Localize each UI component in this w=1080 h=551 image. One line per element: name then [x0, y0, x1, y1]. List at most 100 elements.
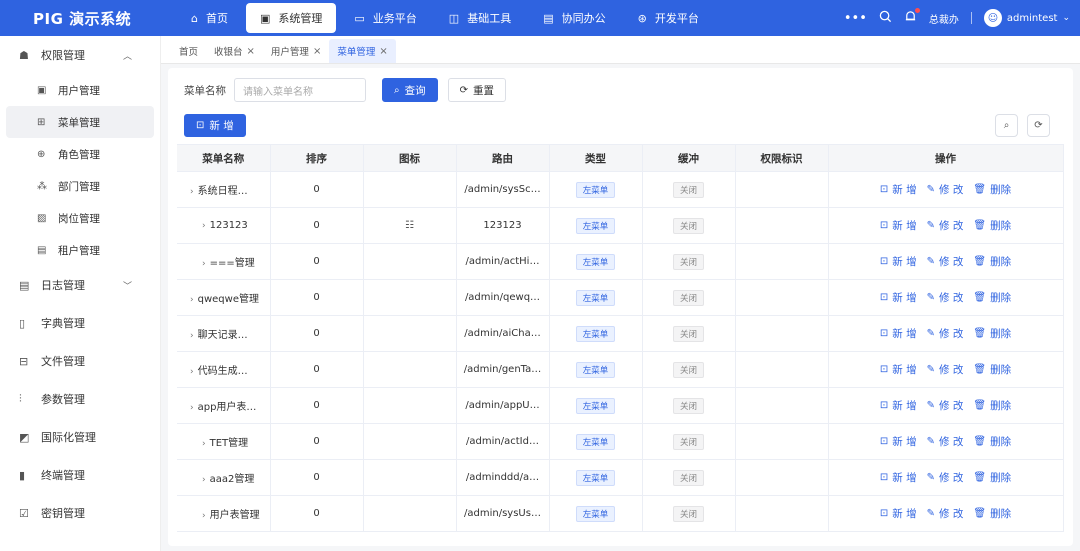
topnav-item-3[interactable]: ◫ 基础工具: [435, 3, 525, 33]
expand-arrow-icon[interactable]: ›: [202, 475, 206, 485]
refresh-button[interactable]: ⟳: [1027, 114, 1050, 137]
search-icon[interactable]: [879, 10, 892, 27]
edit-icon: ✎: [926, 328, 936, 339]
close-icon[interactable]: ×: [313, 46, 321, 57]
expand-arrow-icon[interactable]: ›: [190, 367, 194, 377]
edit-icon: ✎: [926, 472, 936, 483]
edit-button[interactable]: ✎ 修 改: [927, 398, 964, 413]
add-child-button-label: 新 增: [892, 256, 917, 268]
add-child-button[interactable]: ⊡ 新 增: [880, 290, 917, 305]
edit-button[interactable]: ✎ 修 改: [927, 506, 964, 521]
add-child-button[interactable]: ⊡ 新 增: [880, 326, 917, 341]
folder-add-icon: ⊡: [879, 220, 889, 231]
username: admintest: [1006, 12, 1058, 24]
delete-button[interactable]: 🗑 删除: [973, 470, 1011, 485]
tab-0[interactable]: 首页: [171, 39, 206, 63]
folder-add-icon: ⊡: [879, 472, 889, 483]
sidebar-group-2[interactable]: ▯ 字典管理: [0, 304, 160, 342]
expand-arrow-icon[interactable]: ›: [202, 511, 206, 521]
query-button-label: 查询: [404, 84, 426, 97]
expand-arrow-icon[interactable]: ›: [190, 187, 194, 197]
close-icon[interactable]: ×: [247, 46, 255, 57]
query-button[interactable]: ⌕ 查询: [382, 78, 438, 102]
column-header: 操作: [828, 144, 1064, 172]
toggle-search-button[interactable]: ⌕: [995, 114, 1018, 137]
tab-3[interactable]: 菜单管理 ×: [329, 39, 396, 63]
sidebar-item-0-3[interactable]: ⁂ 部门管理: [6, 170, 154, 202]
edit-button[interactable]: ✎ 修 改: [927, 218, 964, 233]
edit-button[interactable]: ✎ 修 改: [927, 182, 964, 197]
expand-arrow-icon[interactable]: ›: [202, 439, 206, 449]
reset-button[interactable]: ⟳ 重置: [447, 78, 506, 102]
delete-button[interactable]: 🗑 删除: [973, 398, 1011, 413]
expand-arrow-icon[interactable]: ›: [190, 403, 194, 413]
expand-arrow-icon[interactable]: ›: [202, 221, 206, 231]
delete-button[interactable]: 🗑 删除: [973, 326, 1011, 341]
avatar: ☺: [983, 9, 1002, 27]
edit-button[interactable]: ✎ 修 改: [927, 470, 964, 485]
edit-button[interactable]: ✎ 修 改: [927, 434, 964, 449]
close-icon[interactable]: ×: [379, 46, 387, 57]
sidebar-group-3[interactable]: ⊟ 文件管理: [0, 342, 160, 380]
add-child-button[interactable]: ⊡ 新 增: [880, 434, 917, 449]
add-child-button[interactable]: ⊡ 新 增: [880, 182, 917, 197]
sidebar-item-0-0[interactable]: ▣ 用户管理: [6, 74, 154, 106]
add-child-button[interactable]: ⊡ 新 增: [880, 398, 917, 413]
delete-button[interactable]: 🗑 删除: [973, 254, 1011, 269]
bell-icon[interactable]: [904, 7, 920, 27]
cell-type: 左菜单: [549, 243, 643, 280]
add-child-button[interactable]: ⊡ 新 增: [880, 470, 917, 485]
menu-name: TET管理: [209, 438, 249, 449]
cell-name: › 系统日程…: [177, 171, 271, 208]
main-panel: 菜单名称 请输入菜单名称 ⌕ 查询 ⟳ 重置 ⊡ 新 增 ⌕ ⟳ 菜单名称 排序图…: [168, 68, 1073, 546]
topnav-item-2[interactable]: ▭ 业务平台: [340, 3, 430, 33]
delete-button-label: 删除: [990, 508, 1012, 520]
topnav-item-1[interactable]: ▣ 系统管理: [245, 3, 337, 33]
tenant-name[interactable]: 总裁办: [929, 11, 959, 26]
topnav-item-4[interactable]: ▤ 协同办公: [529, 3, 619, 33]
sidebar-group-0[interactable]: ☗ 权限管理 ︿: [0, 36, 160, 74]
edit-button-label: 修 改: [939, 220, 964, 232]
add-menu-button[interactable]: ⊡ 新 增: [184, 114, 246, 137]
edit-button-label: 修 改: [939, 292, 964, 304]
sidebar-group-6[interactable]: ▮ 终端管理: [0, 456, 160, 494]
sidebar-group-1[interactable]: ▤ 日志管理 ﹀: [0, 266, 160, 304]
delete-button[interactable]: 🗑 删除: [973, 434, 1011, 449]
more-icon[interactable]: •••: [844, 11, 867, 26]
add-child-button[interactable]: ⊡ 新 增: [880, 218, 917, 233]
expand-arrow-icon[interactable]: ›: [190, 295, 194, 305]
delete-button[interactable]: 🗑 删除: [973, 182, 1011, 197]
app-logo-title[interactable]: PIG 演示系统: [0, 8, 160, 29]
topnav-item-5[interactable]: ⊛ 开发平台: [624, 3, 713, 33]
delete-button[interactable]: 🗑 删除: [973, 506, 1011, 521]
add-child-button[interactable]: ⊡ 新 增: [880, 254, 917, 269]
delete-button[interactable]: 🗑 删除: [973, 218, 1011, 233]
sidebar-item-0-1[interactable]: ⊞ 菜单管理: [6, 106, 154, 138]
edit-button[interactable]: ✎ 修 改: [927, 254, 964, 269]
tab-1[interactable]: 收银台 ×: [206, 39, 263, 63]
add-child-button[interactable]: ⊡ 新 增: [880, 506, 917, 521]
sidebar-item-0-4[interactable]: ▨ 岗位管理: [6, 202, 154, 234]
tab-2[interactable]: 用户管理 ×: [263, 39, 329, 63]
cell-icon: [363, 459, 457, 496]
topnav-item-0[interactable]: ⌂ 首页: [177, 3, 242, 33]
folder-add-icon: ⊡: [879, 436, 889, 447]
cell-type: 左菜单: [549, 207, 643, 244]
user-menu[interactable]: ☺ admintest ⌄: [983, 9, 1070, 27]
delete-button[interactable]: 🗑 删除: [973, 362, 1011, 377]
expand-arrow-icon[interactable]: ›: [190, 331, 194, 341]
edit-button[interactable]: ✎ 修 改: [927, 326, 964, 341]
sidebar-item-0-5[interactable]: ▤ 租户管理: [6, 234, 154, 266]
edit-button[interactable]: ✎ 修 改: [927, 362, 964, 377]
expand-arrow-icon[interactable]: ›: [202, 259, 206, 269]
edit-button[interactable]: ✎ 修 改: [927, 290, 964, 305]
delete-button[interactable]: 🗑 删除: [973, 290, 1011, 305]
menu-name-input[interactable]: 请输入菜单名称: [234, 78, 366, 102]
sidebar-group-7[interactable]: ☑ 密钥管理: [0, 494, 160, 532]
add-child-button[interactable]: ⊡ 新 增: [880, 362, 917, 377]
sidebar-group-5[interactable]: ◩ 国际化管理: [0, 418, 160, 456]
cell-name: › aaa2管理: [177, 459, 271, 496]
sidebar-group-4[interactable]: ⫶ 参数管理: [0, 380, 160, 418]
sidebar-item-0-2[interactable]: ⊕ 角色管理: [6, 138, 154, 170]
cell-cache: 关闭: [642, 423, 736, 460]
